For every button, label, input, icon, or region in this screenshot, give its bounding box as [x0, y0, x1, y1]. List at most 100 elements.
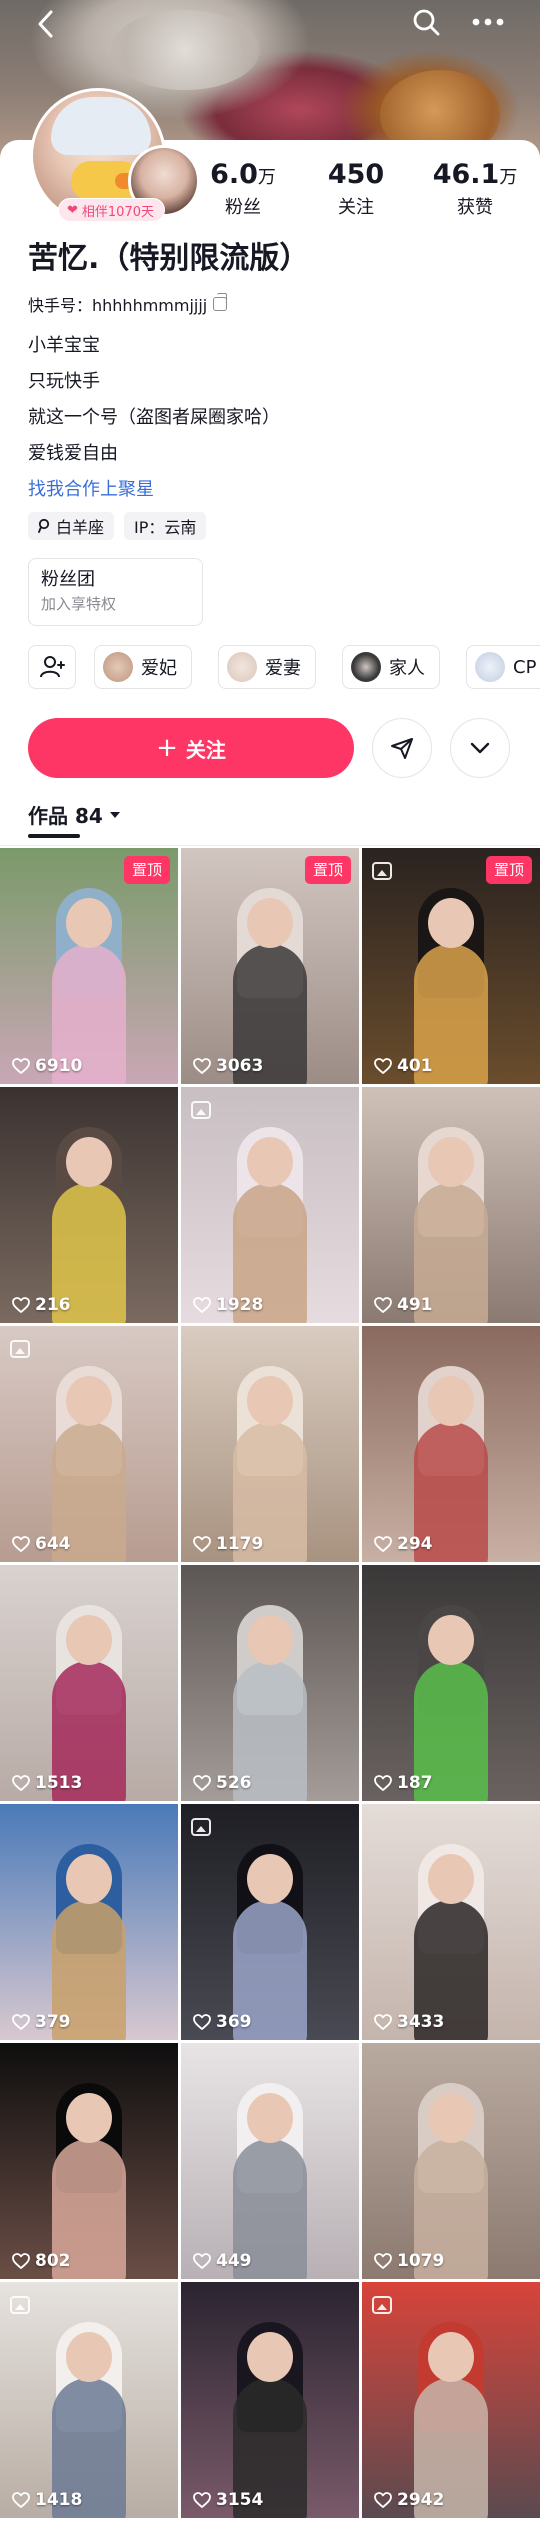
- expand-button[interactable]: [450, 718, 510, 778]
- tab-works-label: 作品 84: [28, 804, 103, 828]
- work-tile[interactable]: 294: [362, 1326, 540, 1562]
- back-button[interactable]: [22, 2, 70, 46]
- search-button[interactable]: [402, 0, 450, 44]
- send-icon: [391, 738, 413, 759]
- share-button[interactable]: [372, 718, 432, 778]
- pinned-badge: 置顶: [123, 856, 170, 884]
- friend-avatar: [351, 652, 381, 682]
- work-tile[interactable]: 1418: [0, 2282, 178, 2518]
- heart-outline-icon: [12, 1297, 30, 1313]
- thumbnail-face-shape: [66, 1854, 112, 1904]
- work-tile[interactable]: 1179: [181, 1326, 359, 1562]
- thumbnail-face-shape: [428, 898, 474, 948]
- album-icon: [10, 1340, 30, 1358]
- thumbnail-face-shape: [247, 2093, 293, 2143]
- work-tile[interactable]: 1928: [181, 1087, 359, 1323]
- tag-chip-label: 白羊座: [56, 518, 105, 537]
- heart-outline-icon: [12, 2253, 30, 2269]
- work-tile[interactable]: 369: [181, 1804, 359, 2040]
- thumbnail-face-shape: [428, 2093, 474, 2143]
- tag-chip-label: IP：云南: [134, 518, 197, 537]
- like-count: 3063: [193, 1056, 263, 1076]
- thumbnail-face-shape: [66, 1615, 112, 1665]
- tab-works[interactable]: 作品 84: [28, 800, 121, 829]
- bio-link[interactable]: 找我合作上聚星: [28, 472, 280, 508]
- like-count: 1513: [12, 1773, 82, 1793]
- stat-value: 6.0万: [210, 159, 276, 190]
- work-tile[interactable]: 置顶 401: [362, 848, 540, 1084]
- work-tile[interactable]: 3433: [362, 1804, 540, 2040]
- more-button[interactable]: [464, 0, 512, 44]
- friend-avatar: [227, 652, 257, 682]
- like-count-value: 187: [397, 1773, 433, 1793]
- location-pin-icon: [38, 518, 50, 533]
- kuaishou-id-text: 快手号：hhhhhmmmjjjj: [28, 296, 208, 315]
- pinned-badge: 置顶: [304, 856, 351, 884]
- work-tile[interactable]: 1513: [0, 1565, 178, 1801]
- follow-button[interactable]: + 关注: [28, 718, 354, 778]
- add-friend-button[interactable]: [28, 645, 76, 689]
- work-tile[interactable]: 216: [0, 1087, 178, 1323]
- search-icon: [413, 9, 440, 36]
- fan-club-card[interactable]: 粉丝团 加入享特权: [28, 558, 203, 626]
- stat-value: 450: [327, 159, 385, 190]
- stat-label: 粉丝: [225, 197, 261, 218]
- copy-icon[interactable]: [213, 293, 228, 311]
- work-tile[interactable]: 置顶 6910: [0, 848, 178, 1084]
- cover-cat-shape: [110, 10, 260, 90]
- friend-chip[interactable]: 家人: [342, 645, 440, 689]
- work-tile[interactable]: 置顶 3063: [181, 848, 359, 1084]
- stat-fans[interactable]: 6.0万 粉丝: [198, 158, 288, 221]
- like-count-value: 802: [35, 2251, 71, 2271]
- like-count: 802: [12, 2251, 71, 2271]
- like-count: 526: [193, 1773, 252, 1793]
- like-count-value: 369: [216, 2012, 252, 2032]
- work-tile[interactable]: 1079: [362, 2043, 540, 2279]
- stat-likes[interactable]: 46.1万 获赞: [430, 158, 520, 221]
- friend-chip[interactable]: 爱妻: [218, 645, 316, 689]
- heart-outline-icon: [12, 1058, 30, 1074]
- work-tile[interactable]: 644: [0, 1326, 178, 1562]
- like-count: 1928: [193, 1295, 263, 1315]
- more-horizontal-icon: [472, 18, 504, 26]
- friend-chip[interactable]: 爱妃: [94, 645, 192, 689]
- like-count-value: 526: [216, 1773, 252, 1793]
- work-tile[interactable]: 449: [181, 2043, 359, 2279]
- thumbnail-face-shape: [247, 1615, 293, 1665]
- profile-tags: 白羊座 IP：云南: [28, 512, 207, 540]
- thumbnail-face-shape: [66, 898, 112, 948]
- heart-outline-icon: [12, 1775, 30, 1791]
- work-tile[interactable]: 802: [0, 2043, 178, 2279]
- friend-chip[interactable]: CP: [466, 645, 540, 689]
- tag-chip-zodiac[interactable]: 白羊座: [28, 512, 115, 540]
- add-user-icon: [40, 656, 65, 678]
- heart-outline-icon: [374, 1536, 392, 1552]
- like-count: 379: [12, 2012, 71, 2032]
- friend-label: 爱妃: [141, 658, 177, 679]
- heart-outline-icon: [374, 1775, 392, 1791]
- like-count-value: 3433: [397, 2012, 445, 2032]
- friend-relationship-row: 爱妃 爱妻 家人 CP: [28, 645, 540, 689]
- like-count-value: 3154: [216, 2490, 264, 2510]
- bio-line: 就这一个号（盗图者屎圈家哈）: [28, 407, 280, 428]
- pinned-badge: 置顶: [485, 856, 532, 884]
- like-count: 1418: [12, 2490, 82, 2510]
- album-icon: [10, 2296, 30, 2314]
- work-tile[interactable]: 379: [0, 1804, 178, 2040]
- companion-badge: ❤ 相伴1070天: [58, 198, 165, 222]
- work-tile[interactable]: 491: [362, 1087, 540, 1323]
- work-tile[interactable]: 187: [362, 1565, 540, 1801]
- like-count: 1179: [193, 1534, 263, 1554]
- like-count-value: 2942: [397, 2490, 445, 2510]
- work-tile[interactable]: 526: [181, 1565, 359, 1801]
- follow-label: 关注: [185, 737, 226, 762]
- album-icon: [191, 1101, 211, 1119]
- work-tile[interactable]: 3154: [181, 2282, 359, 2518]
- work-tile[interactable]: 2942: [362, 2282, 540, 2518]
- heart-outline-icon: [374, 2014, 392, 2030]
- thumbnail-face-shape: [247, 898, 293, 948]
- friend-avatar: [103, 652, 133, 682]
- kuaishou-id[interactable]: 快手号：hhhhhmmmjjjj: [28, 292, 228, 316]
- stat-following[interactable]: 450 关注: [311, 158, 401, 221]
- like-count-value: 1928: [216, 1295, 264, 1315]
